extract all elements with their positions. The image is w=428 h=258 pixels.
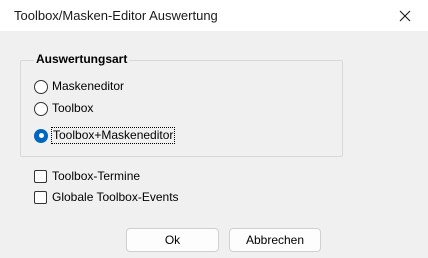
radio-label-toolbox: Toolbox	[52, 101, 94, 115]
radio-maskeneditor[interactable]: Maskeneditor	[34, 78, 124, 95]
close-button[interactable]	[382, 0, 428, 31]
checkbox-box[interactable]	[34, 191, 47, 204]
radio-toolbox[interactable]: Toolbox	[34, 100, 93, 117]
dialog-window: Toolbox/Masken-Editor Auswertung Auswert…	[0, 0, 428, 258]
checkbox-label-toolbox-termine: Toolbox-Termine	[52, 169, 141, 183]
checkbox-toolbox-termine[interactable]: Toolbox-Termine	[34, 168, 140, 185]
checkbox-globale-toolbox-events[interactable]: Globale Toolbox-Events	[34, 189, 179, 206]
radio-toolbox-maskeneditor[interactable]: Toolbox+Maskeneditor	[34, 127, 176, 144]
radio-label-toolbox-maskeneditor: Toolbox+Maskeneditor	[50, 127, 176, 144]
ok-button[interactable]: Ok	[126, 228, 219, 252]
close-icon	[399, 10, 411, 22]
evaluation-type-group-label: Auswertungsart	[34, 52, 130, 67]
title-bar: Toolbox/Masken-Editor Auswertung	[0, 0, 428, 31]
radio-label-maskeneditor: Maskeneditor	[52, 79, 125, 93]
radio-button[interactable]	[34, 101, 48, 116]
radio-button-selected[interactable]	[34, 128, 48, 143]
cancel-button[interactable]: Abbrechen	[229, 228, 321, 252]
checkbox-label-globale-toolbox-events: Globale Toolbox-Events	[52, 190, 179, 204]
checkbox-box[interactable]	[34, 170, 47, 183]
window-title: Toolbox/Masken-Editor Auswertung	[14, 8, 218, 23]
radio-button[interactable]	[34, 79, 48, 94]
